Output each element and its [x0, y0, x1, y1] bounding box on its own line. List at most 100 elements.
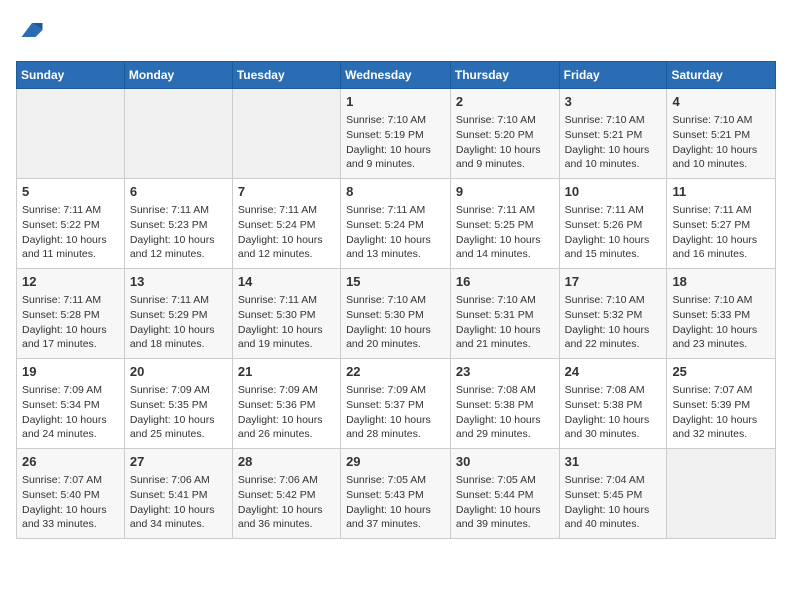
day-info: Sunset: 5:35 PM	[130, 398, 227, 413]
day-info: Sunset: 5:40 PM	[22, 488, 119, 503]
day-info: Sunrise: 7:09 AM	[130, 383, 227, 398]
day-info: Sunrise: 7:06 AM	[238, 473, 335, 488]
calendar-cell: 13Sunrise: 7:11 AMSunset: 5:29 PMDayligh…	[124, 269, 232, 359]
day-info: and 33 minutes.	[22, 517, 119, 532]
day-info: Daylight: 10 hours	[130, 413, 227, 428]
day-info: and 13 minutes.	[346, 247, 445, 262]
day-info: Sunrise: 7:10 AM	[346, 113, 445, 128]
day-info: and 28 minutes.	[346, 427, 445, 442]
calendar-cell: 21Sunrise: 7:09 AMSunset: 5:36 PMDayligh…	[232, 359, 340, 449]
logo-icon	[18, 16, 46, 44]
day-info: and 37 minutes.	[346, 517, 445, 532]
header-row: SundayMondayTuesdayWednesdayThursdayFrid…	[17, 62, 776, 89]
day-info: Daylight: 10 hours	[130, 323, 227, 338]
day-info: Sunrise: 7:07 AM	[22, 473, 119, 488]
day-number: 23	[456, 363, 554, 381]
day-info: Sunrise: 7:09 AM	[238, 383, 335, 398]
calendar-cell	[124, 89, 232, 179]
day-info: Sunrise: 7:11 AM	[22, 293, 119, 308]
day-info: Sunset: 5:28 PM	[22, 308, 119, 323]
day-number: 25	[672, 363, 770, 381]
calendar-cell: 14Sunrise: 7:11 AMSunset: 5:30 PMDayligh…	[232, 269, 340, 359]
day-number: 6	[130, 183, 227, 201]
day-info: Daylight: 10 hours	[22, 323, 119, 338]
day-info: Sunset: 5:38 PM	[565, 398, 662, 413]
day-info: Sunset: 5:41 PM	[130, 488, 227, 503]
day-info: Sunrise: 7:11 AM	[346, 203, 445, 218]
day-info: Sunrise: 7:08 AM	[565, 383, 662, 398]
calendar-cell: 18Sunrise: 7:10 AMSunset: 5:33 PMDayligh…	[667, 269, 776, 359]
day-info: Sunrise: 7:07 AM	[672, 383, 770, 398]
day-number: 27	[130, 453, 227, 471]
calendar-cell: 17Sunrise: 7:10 AMSunset: 5:32 PMDayligh…	[559, 269, 667, 359]
day-header-wednesday: Wednesday	[341, 62, 451, 89]
day-info: Sunrise: 7:09 AM	[346, 383, 445, 398]
day-header-tuesday: Tuesday	[232, 62, 340, 89]
day-info: and 24 minutes.	[22, 427, 119, 442]
day-info: Daylight: 10 hours	[565, 323, 662, 338]
day-info: Daylight: 10 hours	[346, 413, 445, 428]
calendar-cell: 23Sunrise: 7:08 AMSunset: 5:38 PMDayligh…	[450, 359, 559, 449]
day-number: 8	[346, 183, 445, 201]
calendar-cell: 16Sunrise: 7:10 AMSunset: 5:31 PMDayligh…	[450, 269, 559, 359]
day-info: Daylight: 10 hours	[346, 503, 445, 518]
calendar-table: SundayMondayTuesdayWednesdayThursdayFrid…	[16, 61, 776, 539]
day-info: Sunset: 5:36 PM	[238, 398, 335, 413]
day-info: Daylight: 10 hours	[456, 503, 554, 518]
day-number: 18	[672, 273, 770, 291]
day-info: Daylight: 10 hours	[130, 503, 227, 518]
day-info: and 9 minutes.	[456, 157, 554, 172]
day-info: and 12 minutes.	[238, 247, 335, 262]
calendar-cell: 10Sunrise: 7:11 AMSunset: 5:26 PMDayligh…	[559, 179, 667, 269]
day-number: 24	[565, 363, 662, 381]
day-number: 22	[346, 363, 445, 381]
day-info: Sunset: 5:24 PM	[346, 218, 445, 233]
day-info: Sunset: 5:26 PM	[565, 218, 662, 233]
day-info: Sunset: 5:30 PM	[238, 308, 335, 323]
day-info: and 36 minutes.	[238, 517, 335, 532]
day-number: 19	[22, 363, 119, 381]
day-info: Daylight: 10 hours	[22, 233, 119, 248]
day-info: Daylight: 10 hours	[238, 503, 335, 518]
calendar-cell: 2Sunrise: 7:10 AMSunset: 5:20 PMDaylight…	[450, 89, 559, 179]
day-number: 10	[565, 183, 662, 201]
day-number: 9	[456, 183, 554, 201]
day-info: Sunrise: 7:04 AM	[565, 473, 662, 488]
day-info: Sunset: 5:20 PM	[456, 128, 554, 143]
calendar-cell: 25Sunrise: 7:07 AMSunset: 5:39 PMDayligh…	[667, 359, 776, 449]
day-info: Sunrise: 7:10 AM	[456, 293, 554, 308]
day-info: Sunrise: 7:06 AM	[130, 473, 227, 488]
day-info: Sunrise: 7:10 AM	[672, 293, 770, 308]
day-info: and 18 minutes.	[130, 337, 227, 352]
calendar-cell: 24 Sunrise: 7:08 AMSunset: 5:38 PMDayligh…	[559, 359, 667, 449]
day-info: Daylight: 10 hours	[565, 413, 662, 428]
day-number: 2	[456, 93, 554, 111]
day-number: 21	[238, 363, 335, 381]
day-number: 1	[346, 93, 445, 111]
day-info: Daylight: 10 hours	[672, 233, 770, 248]
day-header-friday: Friday	[559, 62, 667, 89]
day-info: Sunrise: 7:08 AM	[456, 383, 554, 398]
day-number: 30	[456, 453, 554, 471]
calendar-cell: 19Sunrise: 7:09 AMSunset: 5:34 PMDayligh…	[17, 359, 125, 449]
day-info: and 25 minutes.	[130, 427, 227, 442]
calendar-cell: 28Sunrise: 7:06 AMSunset: 5:42 PMDayligh…	[232, 449, 340, 539]
day-info: Sunset: 5:39 PM	[672, 398, 770, 413]
day-number: 26	[22, 453, 119, 471]
day-info: and 10 minutes.	[565, 157, 662, 172]
day-info: Sunset: 5:29 PM	[130, 308, 227, 323]
day-number: 4	[672, 93, 770, 111]
day-info: Daylight: 10 hours	[672, 323, 770, 338]
day-info: and 29 minutes.	[456, 427, 554, 442]
calendar-cell: 12Sunrise: 7:11 AMSunset: 5:28 PMDayligh…	[17, 269, 125, 359]
day-info: and 16 minutes.	[672, 247, 770, 262]
calendar-cell: 20Sunrise: 7:09 AMSunset: 5:35 PMDayligh…	[124, 359, 232, 449]
day-info: Sunset: 5:42 PM	[238, 488, 335, 503]
day-info: Daylight: 10 hours	[130, 233, 227, 248]
day-info: Sunrise: 7:11 AM	[130, 203, 227, 218]
day-info: and 14 minutes.	[456, 247, 554, 262]
day-info: Daylight: 10 hours	[672, 143, 770, 158]
day-info: Sunrise: 7:05 AM	[346, 473, 445, 488]
day-info: Sunset: 5:21 PM	[672, 128, 770, 143]
calendar-cell: 5Sunrise: 7:11 AMSunset: 5:22 PMDaylight…	[17, 179, 125, 269]
